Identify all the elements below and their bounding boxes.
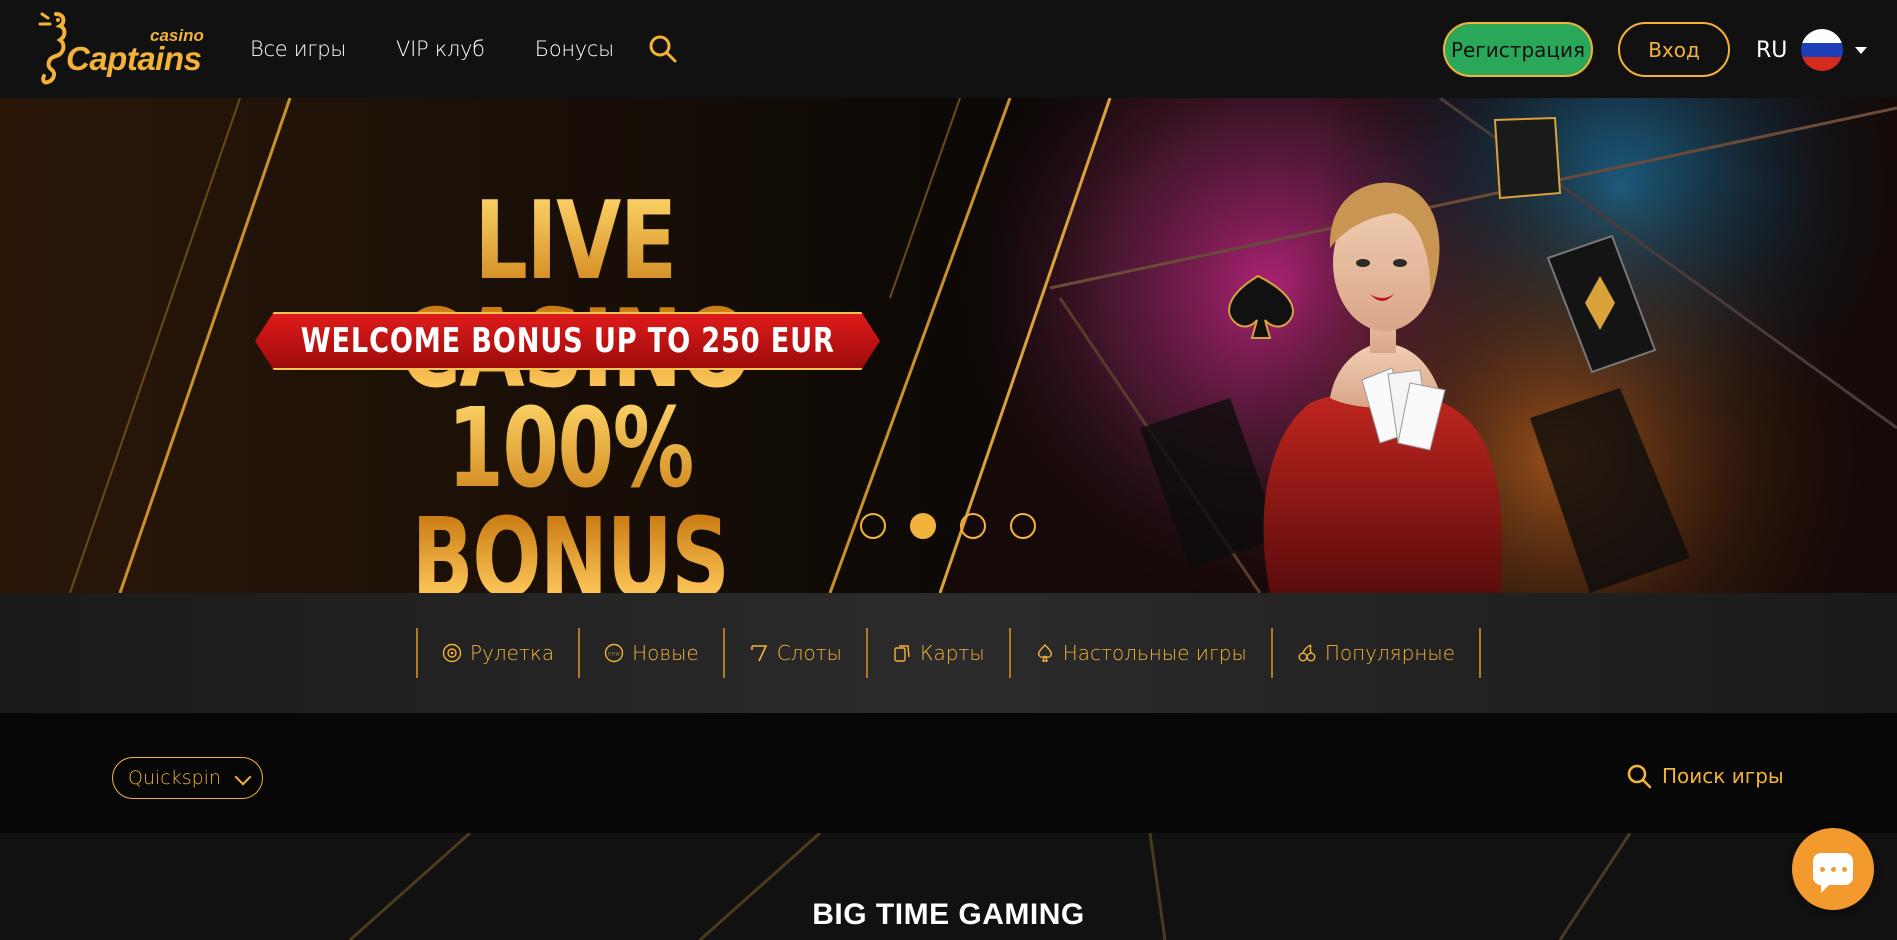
carousel-dot-1[interactable] <box>860 513 886 539</box>
roulette-icon <box>442 643 462 663</box>
russia-flag-icon <box>1801 29 1844 71</box>
language-code: RU <box>1756 37 1788 63</box>
category-bar: Рулетка new Новые Слоты Карты Настольные… <box>0 593 1897 713</box>
site-header: casino Captains Все игры VIP клуб Бонусы… <box>0 0 1897 98</box>
search-icon <box>1627 764 1652 789</box>
category-label: Рулетка <box>470 641 555 665</box>
category-cards[interactable]: Карты <box>865 628 1009 678</box>
hero-ribbon-text: WELCOME BONUS UP TO 250 EUR <box>300 321 835 361</box>
hero-bonus-text: 100% BONUS <box>348 393 792 593</box>
chat-button[interactable] <box>1792 828 1874 910</box>
main-nav: Все игры VIP клуб Бонусы <box>250 0 614 98</box>
section-title: BIG TIME GAMING <box>812 898 1085 931</box>
provider-section: BIG TIME GAMING <box>0 833 1897 940</box>
language-selector[interactable]: RU <box>1756 28 1868 72</box>
category-popular[interactable]: Популярные <box>1270 628 1481 678</box>
category-label: Настольные игры <box>1062 641 1247 665</box>
chevron-down-icon <box>234 768 252 786</box>
register-button[interactable]: Регистрация <box>1443 22 1593 77</box>
slot-seven-icon <box>750 645 767 662</box>
category-new[interactable]: new Новые <box>578 628 723 678</box>
captains-casino-logo[interactable]: casino Captains <box>36 10 206 90</box>
category-table-games[interactable]: Настольные игры <box>1008 628 1271 678</box>
category-slots[interactable]: Слоты <box>722 628 866 678</box>
category-roulette[interactable]: Рулетка <box>416 628 578 678</box>
chat-bubble-icon <box>1813 853 1853 893</box>
cherry-icon <box>1298 644 1316 662</box>
hero-banner[interactable]: LIVE CASINO WELCOME BONUS UP TO 250 EUR … <box>0 98 1897 593</box>
carousel-dot-3[interactable] <box>960 513 986 539</box>
category-list: Рулетка new Новые Слоты Карты Настольные… <box>416 628 1481 678</box>
category-label: Карты <box>919 641 985 665</box>
provider-selected-value: Quickspin <box>128 767 222 789</box>
carousel-dot-4[interactable] <box>1010 513 1036 539</box>
logo-big-text: Captains <box>66 40 202 77</box>
spade-icon <box>1037 644 1052 662</box>
nav-bonuses[interactable]: Бонусы <box>535 37 615 61</box>
category-label: Слоты <box>776 641 842 665</box>
game-search-label: Поиск игры <box>1662 764 1784 788</box>
search-icon[interactable] <box>648 34 678 64</box>
carousel-pagination <box>860 513 1036 539</box>
hero-ribbon: WELCOME BONUS UP TO 250 EUR <box>255 312 880 370</box>
nav-all-games[interactable]: Все игры <box>250 37 346 61</box>
login-button[interactable]: Вход <box>1618 22 1730 77</box>
cards-icon <box>894 645 910 662</box>
filter-bar: Quickspin Поиск игры <box>0 713 1897 833</box>
svg-text:new: new <box>608 651 620 658</box>
chevron-down-icon <box>1855 46 1868 54</box>
game-search-button[interactable]: Поиск игры <box>1626 763 1784 789</box>
nav-vip-club[interactable]: VIP клуб <box>396 37 485 61</box>
new-badge-icon: new <box>604 643 624 663</box>
carousel-dot-2[interactable] <box>910 513 936 539</box>
category-label: Популярные <box>1324 641 1455 665</box>
category-label: Новые <box>632 641 699 665</box>
hero-title: LIVE CASINO <box>361 188 790 404</box>
provider-select[interactable]: Quickspin <box>112 757 263 799</box>
